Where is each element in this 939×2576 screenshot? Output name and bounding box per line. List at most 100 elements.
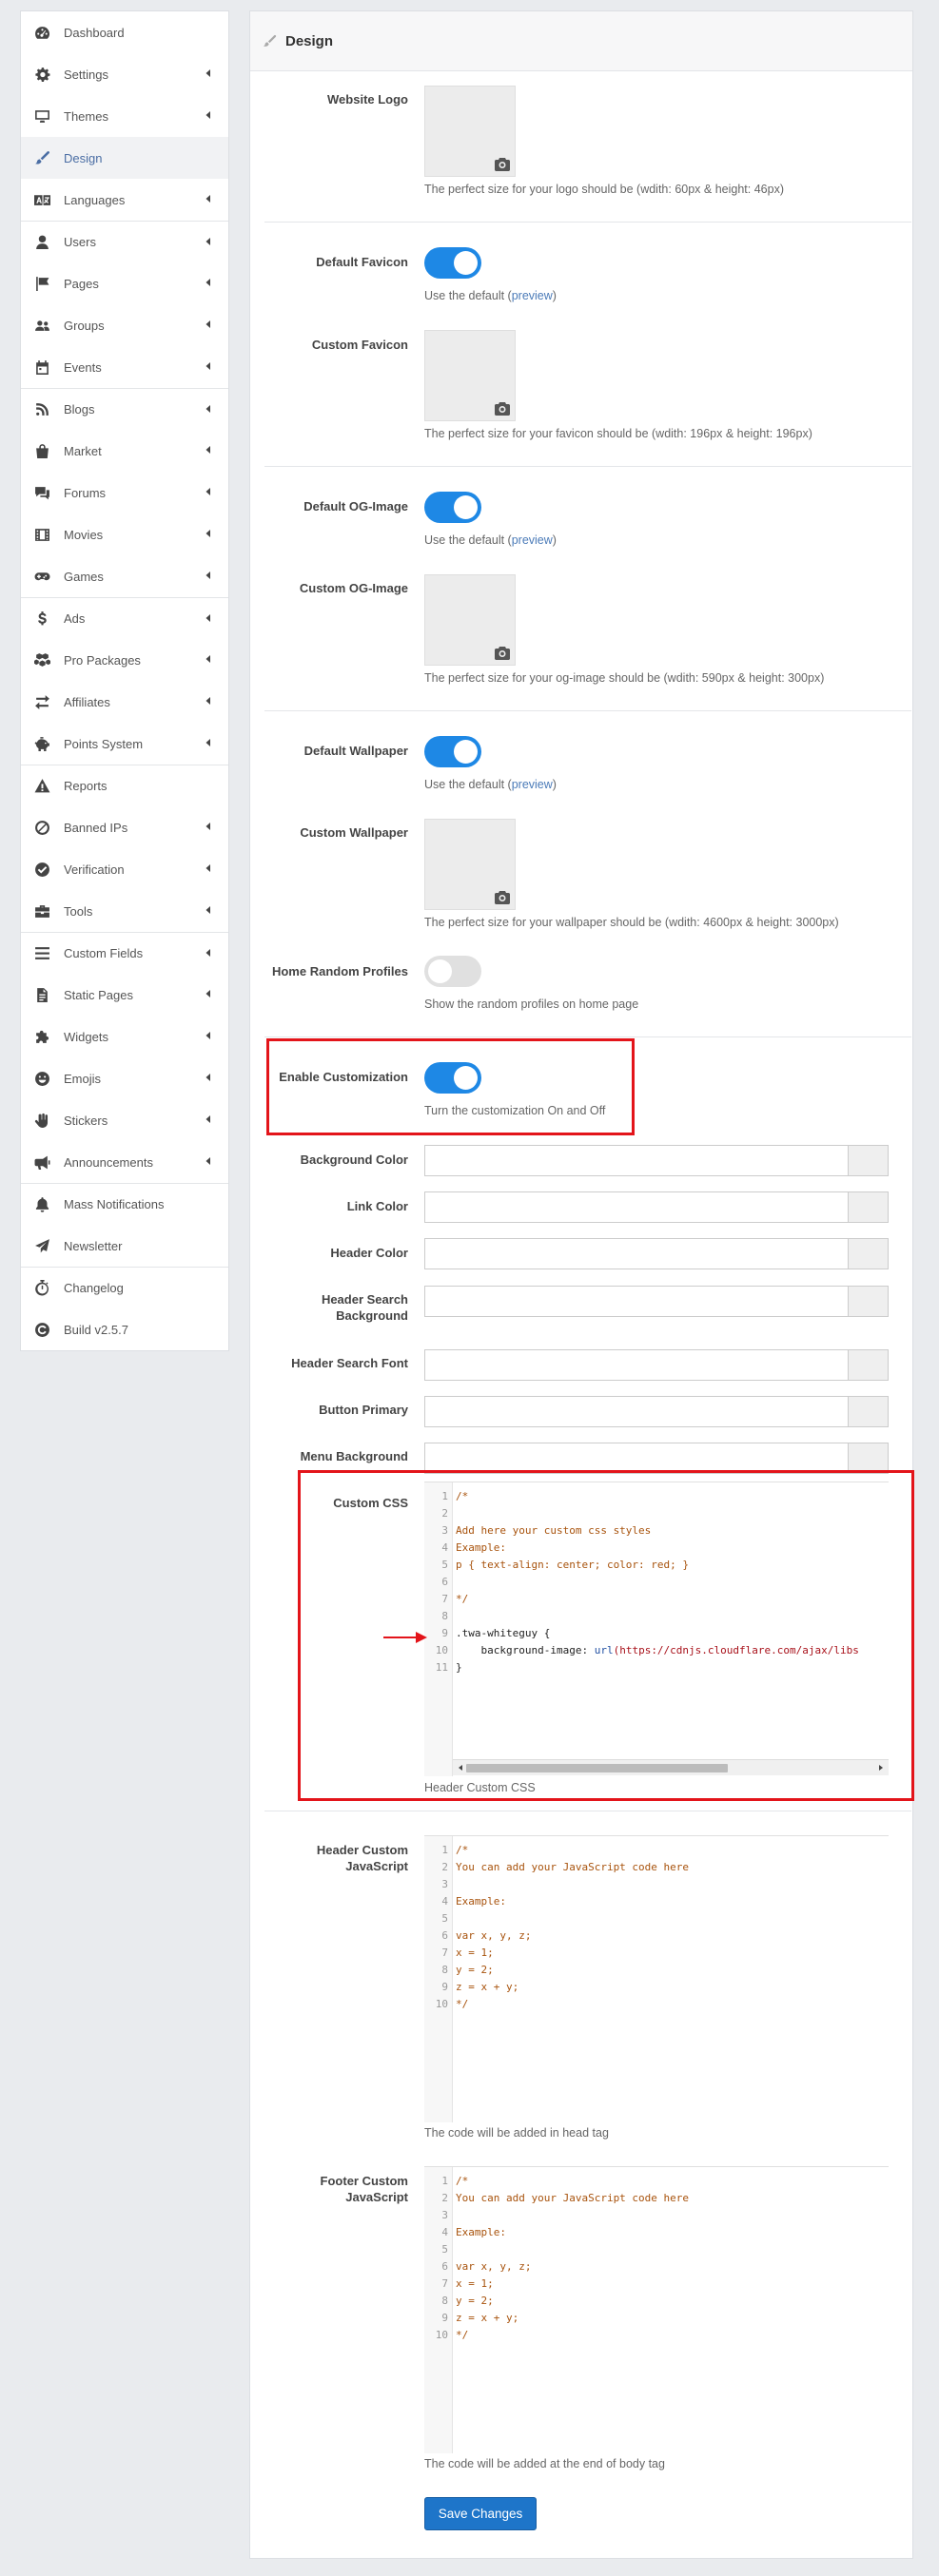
scroll-right-icon[interactable] — [876, 1763, 886, 1772]
sidebar-item-reports[interactable]: Reports — [21, 765, 228, 806]
custom-og-upload[interactable] — [424, 574, 516, 666]
background-color-input[interactable] — [424, 1145, 889, 1176]
flag-icon — [33, 275, 51, 293]
chevron-left-icon — [203, 193, 214, 206]
custom-favicon-help: The perfect size for your favicon should… — [424, 427, 812, 440]
sidebar-item-forums[interactable]: Forums — [21, 472, 228, 513]
sidebar-item-ads[interactable]: Ads — [21, 597, 228, 639]
code-line: 10 */ — [424, 2327, 889, 2344]
dashboard-icon — [33, 24, 51, 42]
custom-og-help: The perfect size for your og-image shoul… — [424, 671, 825, 685]
header-search-font-input[interactable] — [424, 1349, 889, 1381]
scrollbar-thumb[interactable] — [466, 1764, 728, 1772]
sidebar-item-groups[interactable]: Groups — [21, 304, 228, 346]
sidebar-item-users[interactable]: Users — [21, 221, 228, 262]
sidebar-item-games[interactable]: Games — [21, 555, 228, 597]
enable-customization-toggle[interactable] — [424, 1062, 481, 1094]
horizontal-scrollbar[interactable] — [453, 1759, 889, 1775]
code-line: 7 */ — [424, 1591, 889, 1608]
header-color-picker[interactable] — [848, 1239, 888, 1269]
sidebar-item-changelog[interactable]: Changelog — [21, 1267, 228, 1308]
footer-js-editor[interactable]: 1/* 2 You can add your JavaScript code her… — [424, 2166, 889, 2453]
custom-css-editor[interactable]: 1/* 2 3 Add here your custom css styles 4 Exa… — [424, 1482, 889, 1776]
default-wallpaper-toggle[interactable] — [424, 736, 481, 767]
custom-favicon-upload[interactable] — [424, 330, 516, 421]
sidebar-item-events[interactable]: Events — [21, 346, 228, 388]
sidebar-item-stickers[interactable]: Stickers — [21, 1099, 228, 1141]
admin-sidebar: Dashboard Settings Themes Design Languages Us… — [20, 10, 229, 1351]
sidebar-item-label: Market — [64, 443, 102, 458]
sidebar-item-movies[interactable]: Movies — [21, 513, 228, 555]
user-icon — [33, 233, 51, 251]
default-og-toggle[interactable] — [424, 492, 481, 523]
sidebar-item-custom-fields[interactable]: Custom Fields — [21, 932, 228, 974]
chevron-left-icon — [203, 68, 214, 81]
sidebar-item-tools[interactable]: Tools — [21, 890, 228, 932]
sidebar-item-announcements[interactable]: Announcements — [21, 1141, 228, 1183]
monitor-icon — [33, 107, 51, 126]
sidebar-item-emojis[interactable]: Emojis — [21, 1057, 228, 1099]
home-random-profiles-toggle[interactable] — [424, 956, 481, 987]
sidebar-item-pro-packages[interactable]: Pro Packages — [21, 639, 228, 681]
header-js-editor[interactable]: 1/* 2 You can add your JavaScript code her… — [424, 1835, 889, 2122]
og-preview-link[interactable]: preview — [512, 533, 553, 547]
custom-wallpaper-upload[interactable] — [424, 819, 516, 910]
header-search-background-picker[interactable] — [848, 1287, 888, 1316]
button-primary-input[interactable] — [424, 1396, 889, 1427]
chevron-left-icon — [203, 737, 214, 750]
sidebar-item-settings[interactable]: Settings — [21, 53, 228, 95]
favicon-preview-link[interactable]: preview — [512, 289, 553, 302]
line-number: 8 — [441, 1610, 448, 1622]
code-line: 5 — [424, 1910, 889, 1927]
sidebar-item-blogs[interactable]: Blogs — [21, 388, 228, 430]
save-changes-button[interactable]: Save Changes — [424, 2497, 537, 2530]
paint-brush-icon — [263, 34, 277, 47]
sidebar-item-banned-ips[interactable]: Banned IPs — [21, 806, 228, 848]
line-number: 5 — [441, 2243, 448, 2256]
sidebar-item-label: Games — [64, 569, 104, 584]
code-line: 6 — [424, 1574, 889, 1591]
wallpaper-preview-link[interactable]: preview — [512, 778, 553, 791]
button-primary-picker[interactable] — [848, 1397, 888, 1426]
sidebar-item-dashboard[interactable]: Dashboard — [21, 11, 228, 53]
link-color-input[interactable] — [424, 1191, 889, 1223]
sidebar-item-newsletter[interactable]: Newsletter — [21, 1225, 228, 1267]
code-line: 2 You can add your JavaScript code here — [424, 1859, 889, 1876]
sidebar-item-points-system[interactable]: Points System — [21, 723, 228, 765]
sidebar-item-market[interactable]: Market — [21, 430, 228, 472]
sidebar-item-verification[interactable]: Verification — [21, 848, 228, 890]
line-number: 2 — [441, 1507, 448, 1520]
hand-icon — [33, 1112, 51, 1130]
page-title: Design — [285, 32, 334, 49]
sidebar-item-affiliates[interactable]: Affiliates — [21, 681, 228, 723]
line-number: 1 — [441, 1490, 448, 1502]
sidebar-item-build-v2-5-7[interactable]: Build v2.5.7 — [21, 1308, 228, 1350]
chevron-left-icon — [203, 947, 214, 960]
header-search-font-picker[interactable] — [848, 1350, 888, 1380]
default-favicon-toggle[interactable] — [424, 247, 481, 279]
sidebar-item-static-pages[interactable]: Static Pages — [21, 974, 228, 1016]
scroll-left-icon[interactable] — [456, 1763, 465, 1772]
custom-og-label: Custom OG-Image — [299, 581, 408, 595]
menu-background-picker[interactable] — [848, 1443, 888, 1473]
sidebar-item-languages[interactable]: Languages — [21, 179, 228, 221]
chevron-left-icon — [203, 695, 214, 708]
chevron-left-icon — [203, 821, 214, 834]
code-line: 1/* — [424, 1488, 889, 1505]
sidebar-item-widgets[interactable]: Widgets — [21, 1016, 228, 1057]
sidebar-item-pages[interactable]: Pages — [21, 262, 228, 304]
header-search-background-input[interactable] — [424, 1286, 889, 1317]
sidebar-item-themes[interactable]: Themes — [21, 95, 228, 137]
card-header: Design — [250, 11, 912, 71]
link-color-picker[interactable] — [848, 1192, 888, 1222]
sidebar-item-label: Settings — [64, 67, 108, 82]
website-logo-label: Website Logo — [327, 92, 408, 107]
custom-wallpaper-label: Custom Wallpaper — [300, 825, 408, 840]
sidebar-item-label: Announcements — [64, 1154, 153, 1170]
sidebar-item-design[interactable]: Design — [21, 137, 228, 179]
sidebar-item-mass-notifications[interactable]: Mass Notifications — [21, 1183, 228, 1225]
header-color-input[interactable] — [424, 1238, 889, 1269]
website-logo-upload[interactable] — [424, 86, 516, 177]
line-number: 6 — [441, 1576, 448, 1588]
background-color-picker[interactable] — [848, 1146, 888, 1175]
